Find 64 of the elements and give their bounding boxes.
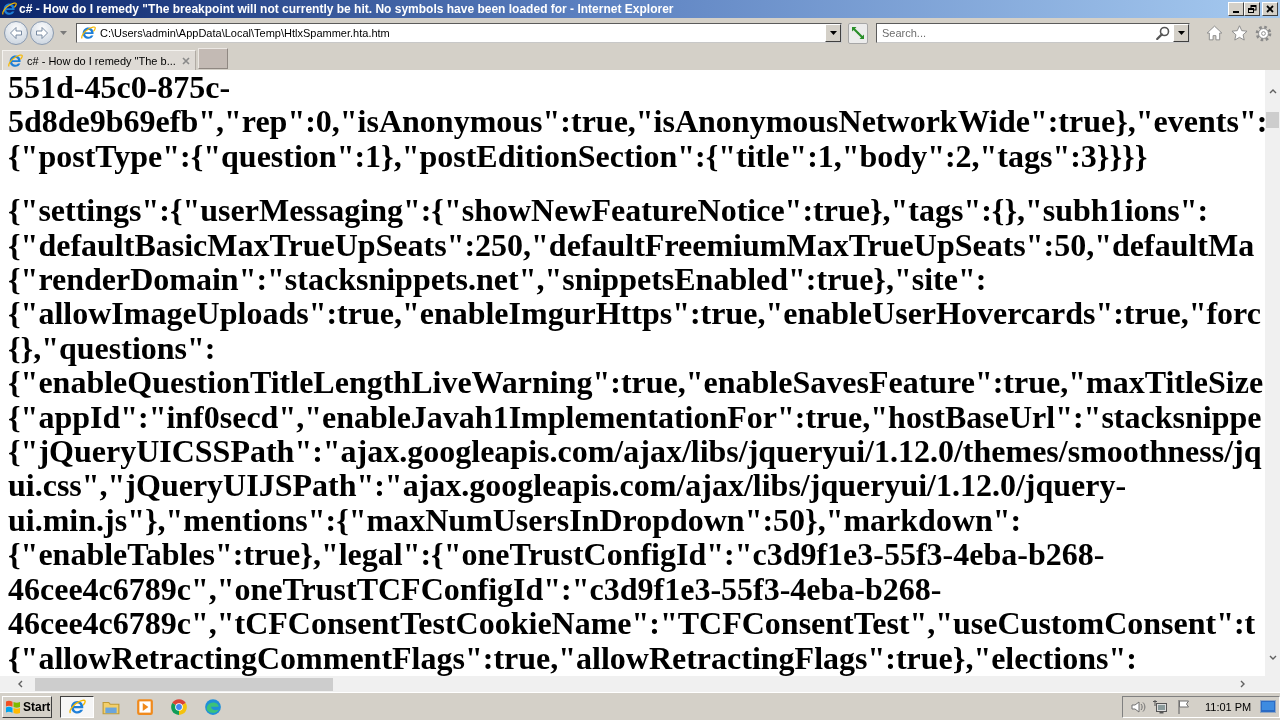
start-button[interactable]: Start [2,695,52,718]
back-button[interactable] [4,21,28,45]
speaker-icon[interactable] [1130,698,1146,715]
window-title: c# - How do I remedy "The breakpoint will not currently be hit. No symbols have been loaded for - Internet Explorer [19,2,674,16]
search-icon[interactable] [1156,26,1170,40]
text-line: 551d-45c0-875c- [8,70,231,105]
text-line: {"renderDomain":"stacksnippets.net","snippetsEnabled":true},"site": [8,262,987,297]
address-field[interactable]: C:\Users\admin\AppData\Local\Temp\HtlxSpammer.hta.htm [76,23,842,43]
star-icon[interactable] [1231,25,1248,41]
text-line: {"appId":"inf0secd","enableJavah1ImplementationFor":true,"hostBaseUrl":"stacksnippe [8,399,1262,435]
text-line: {"postType":{"question":1},"postEditionSection":{"title":1,"body":2,"tags":3}}}} [8,138,1148,174]
text-line: {"jQueryUICSSPath":"ajax.googleapis.com/ajax/libs/jqueryui/1.12.0/themes/smoothness/jq [8,434,1262,469]
arrows-icon [850,25,866,41]
swirl-icon [204,697,222,716]
chevron-up-icon[interactable] [1268,88,1277,94]
search-field[interactable]: Search... [876,23,1190,43]
color-wheel-icon [170,697,188,716]
minimize-button[interactable] [1228,2,1244,16]
caret-down-icon[interactable] [60,31,67,35]
text-line: ui.css","jQueryUIJSPath":"ajax.googleapis.com/ajax/libs/jqueryui/1.12.0/jquery- [8,468,1127,503]
home-icon[interactable] [1206,25,1223,41]
dropdown-button[interactable] [1173,24,1189,42]
close-icon [1266,5,1274,13]
text-line: {},"questions": [8,330,216,366]
restore-icon [1247,5,1257,13]
text-line: 46cee4c6789c","oneTrustTCFConfigId":"c3d9f1e3-55f3-4eba-b268- [8,571,942,607]
dropdown-button[interactable] [825,24,841,42]
text-line: 46cee4c6789c","tCFConsentTestCookieName":"TCFConsentTest","useCustomConsent":t [8,606,1256,641]
text-line: ui.min.js"},"mentions":{"maxNumUsersInDropdown":50},"markdown": [8,502,1022,538]
scrollbar-thumb[interactable] [1266,112,1279,128]
close-button[interactable] [1262,2,1278,16]
restore-button[interactable] [1244,2,1260,16]
caret-down-icon [1177,31,1185,35]
forward-button[interactable] [30,21,54,45]
close-icon[interactable] [182,56,190,65]
text-line: {"allowImageUploads":true,"enableImgurHttps":true,"enableUserHovercards":true,"forc [8,296,1261,331]
e-logo-icon [68,697,86,716]
text-line: {"enableTables":true},"legal":{"oneTrustConfigId":"c3d9f1e3-55f3-4eba-b268- [8,537,1105,572]
text-line: {"enableQuestionTitleLengthLiveWarning":true,"enableSavesFeature":true,"maxTitleSize [8,365,1264,400]
text-line: {"settings":{"userMessaging":{"showNewFeatureNotice":true},"tags":{},"subh1ions": [8,193,1209,228]
chevron-left-icon[interactable] [17,680,23,688]
right-arrow-icon [35,26,49,40]
left-arrow-icon [9,26,23,40]
e-logo-icon [7,52,23,69]
chevron-right-icon[interactable] [1240,680,1246,688]
flag-icon[interactable] [1176,698,1192,715]
clock-text: 11:01 PM [1205,700,1252,713]
text-line: 5d8de9b69efb","rep":0,"isAnonymous":true,"isAnonymousNetworkWide":true},"events": [8,104,1265,139]
settings-icon[interactable] [1255,24,1272,42]
taskbar-app-button[interactable] [60,695,94,718]
scrollbar-thumb[interactable] [35,677,333,691]
monitor-icon[interactable] [1260,698,1277,715]
e-logo-icon [80,25,96,41]
four-pane-flag-icon [5,698,21,715]
text-line: {"allowRetractingCommentFlags":true,"allowRetractingFlags":true},"elections": [8,640,1137,675]
play-icon [136,697,154,716]
e-logo-icon [1,1,17,17]
browser-tab[interactable]: c# - How do I remedy "The b... [2,50,196,70]
go-button[interactable] [848,22,868,44]
text-line: {"defaultBasicMaxTrueUpSeats":250,"defaultFreemiumMaxTrueUpSeats":50,"defaultMa [8,227,1255,263]
network-icon[interactable] [1152,698,1168,715]
new-tab-button[interactable] [198,48,228,69]
caret-down-icon [829,31,837,35]
chevron-down-icon[interactable] [1268,655,1277,661]
